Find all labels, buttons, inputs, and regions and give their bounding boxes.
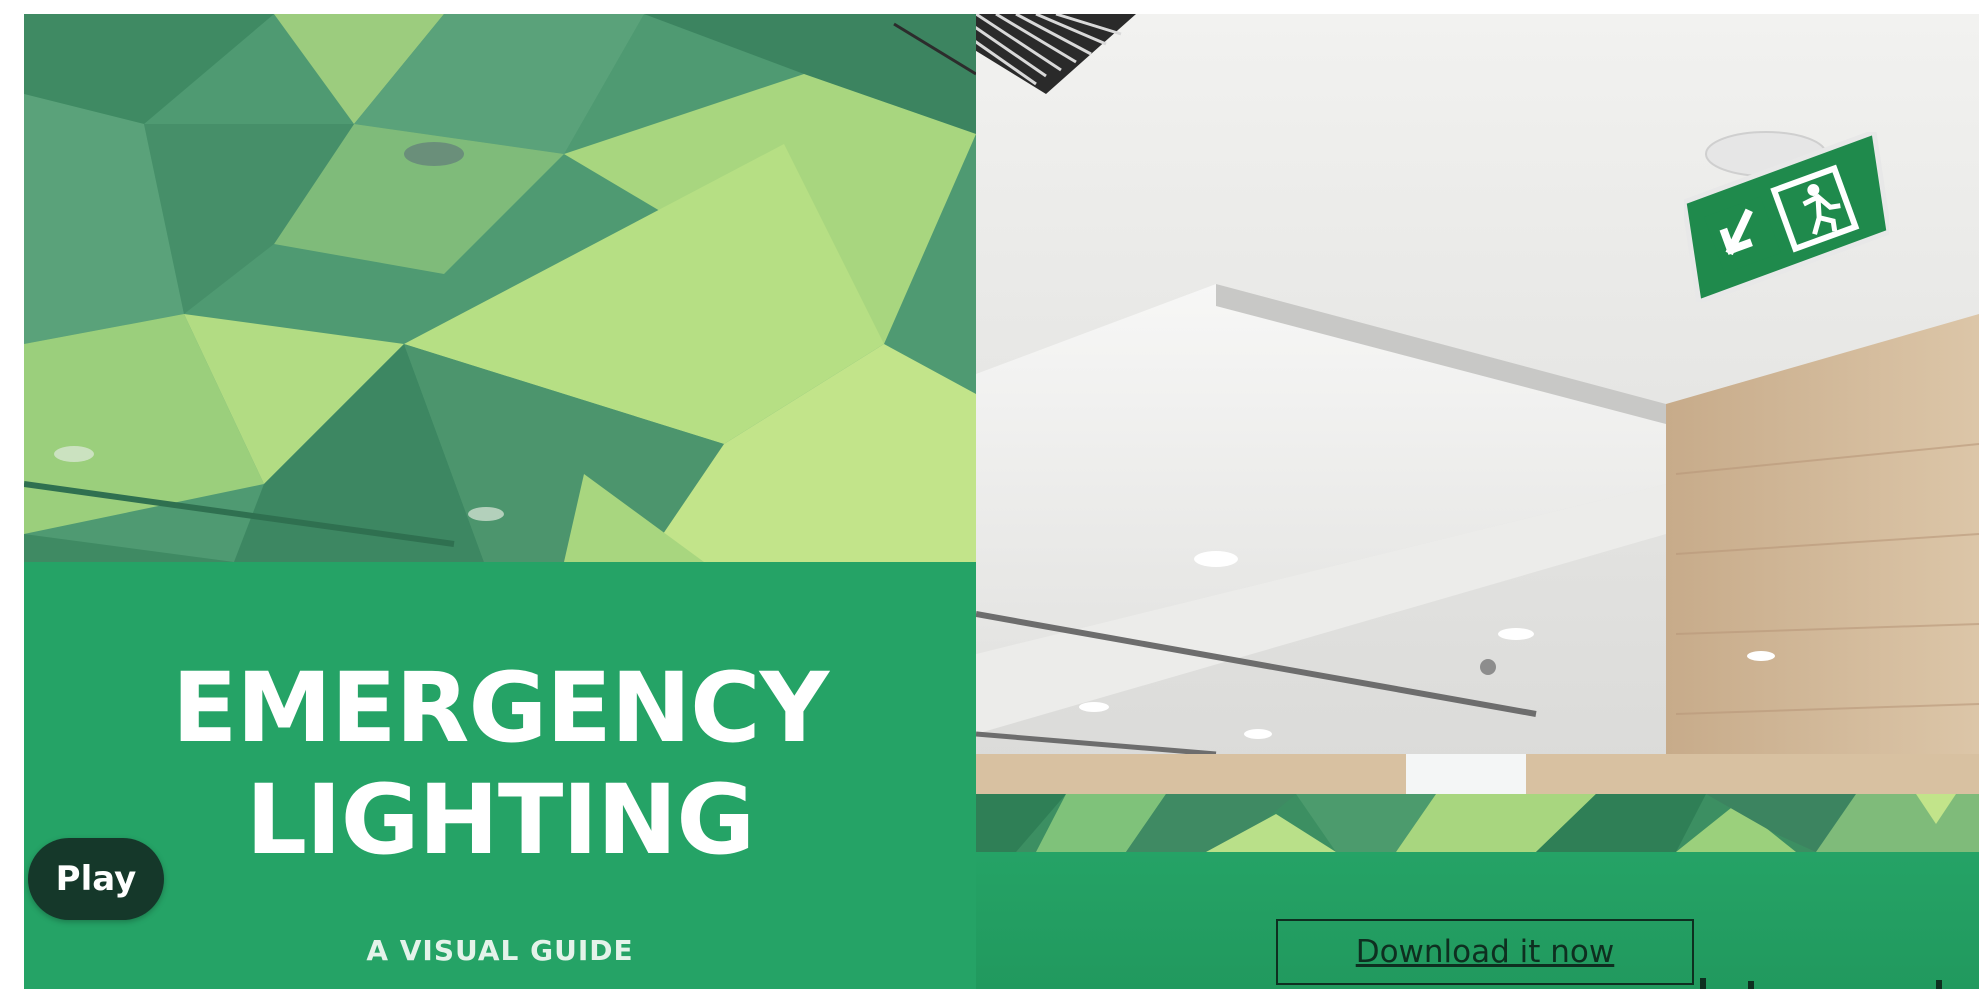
geometric-ceiling-panel <box>24 14 976 562</box>
download-button[interactable]: Download it now <box>1276 919 1694 985</box>
title-line-2: LIGHTING <box>245 764 755 876</box>
ceiling-photo <box>976 14 1979 794</box>
geometric-strip-illustration <box>976 794 1979 852</box>
geometric-ceiling-illustration <box>24 14 976 562</box>
cover-image: EMERGENCY LIGHTING A VISUAL GUIDE <box>24 14 1979 989</box>
corridor-ceiling-illustration <box>976 14 1979 794</box>
title-block: EMERGENCY LIGHTING A VISUAL GUIDE <box>24 562 976 989</box>
cover-title: EMERGENCY LIGHTING <box>24 652 976 876</box>
title-line-1: EMERGENCY <box>171 652 829 764</box>
cover-subtitle: A VISUAL GUIDE <box>366 934 634 967</box>
exit-sign-icon <box>1684 132 1889 302</box>
page: EMERGENCY LIGHTING A VISUAL GUIDE Play D… <box>0 0 1979 989</box>
geometric-strip <box>976 794 1979 852</box>
bottom-edge-marks <box>1700 978 1942 989</box>
play-button[interactable]: Play <box>28 838 164 920</box>
